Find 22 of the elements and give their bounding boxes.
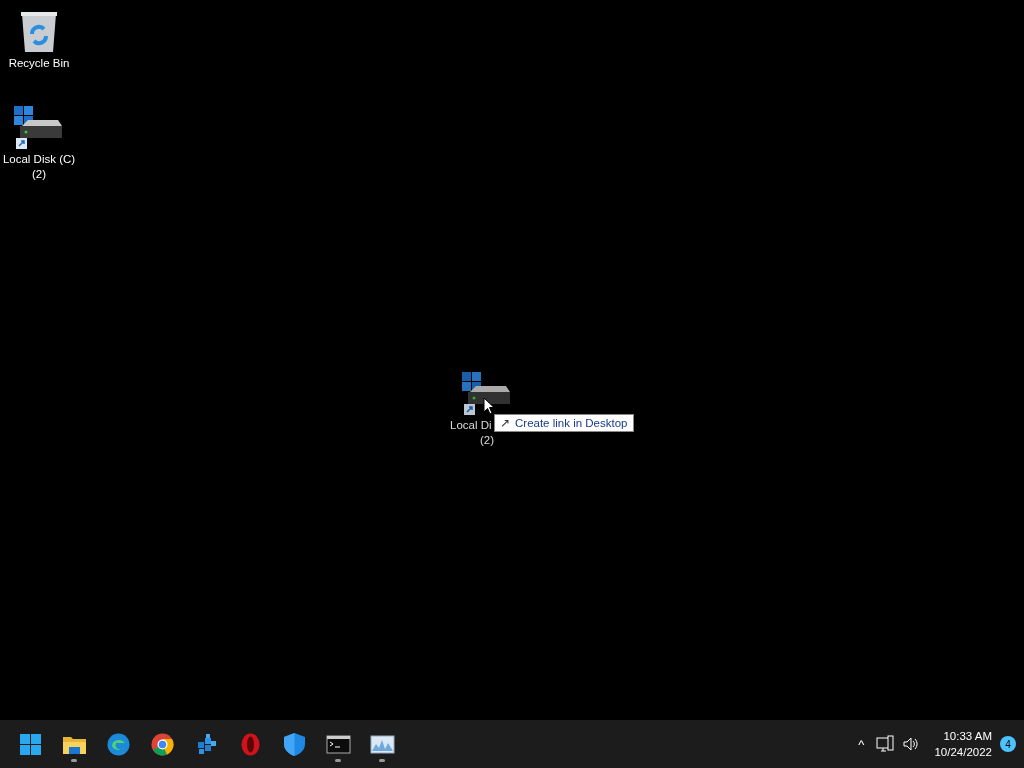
running-indicator xyxy=(335,759,341,762)
tooltip-text: Create link in Desktop xyxy=(515,417,628,429)
network-icon[interactable] xyxy=(876,735,895,753)
link-arrow-icon: ↗ xyxy=(500,416,510,430)
notification-badge[interactable]: 4 xyxy=(1000,736,1016,752)
recycle-bin-icon[interactable] xyxy=(19,10,59,54)
icon-label: (2) xyxy=(479,433,495,448)
volume-icon[interactable] xyxy=(902,735,921,753)
running-indicator xyxy=(379,759,385,762)
running-indicator xyxy=(71,759,77,762)
clock-date[interactable]: 10/24/2022 xyxy=(934,744,992,760)
icon-label: Recycle Bin xyxy=(8,56,70,71)
mouse-pointer-icon xyxy=(483,397,495,415)
browser-wave-icon xyxy=(105,731,131,757)
icon-label: Local Disk (C) (2) xyxy=(2,152,76,182)
drive-icon[interactable] xyxy=(14,106,64,150)
icon-label: Local Di xyxy=(450,418,492,433)
clock-time[interactable]: 10:33 AM xyxy=(943,728,992,744)
show-hidden-icons-button[interactable]: ^ xyxy=(854,736,869,752)
drive-icon[interactable] xyxy=(462,372,512,416)
shield-icon xyxy=(281,731,307,757)
chrome-icon xyxy=(149,731,175,757)
